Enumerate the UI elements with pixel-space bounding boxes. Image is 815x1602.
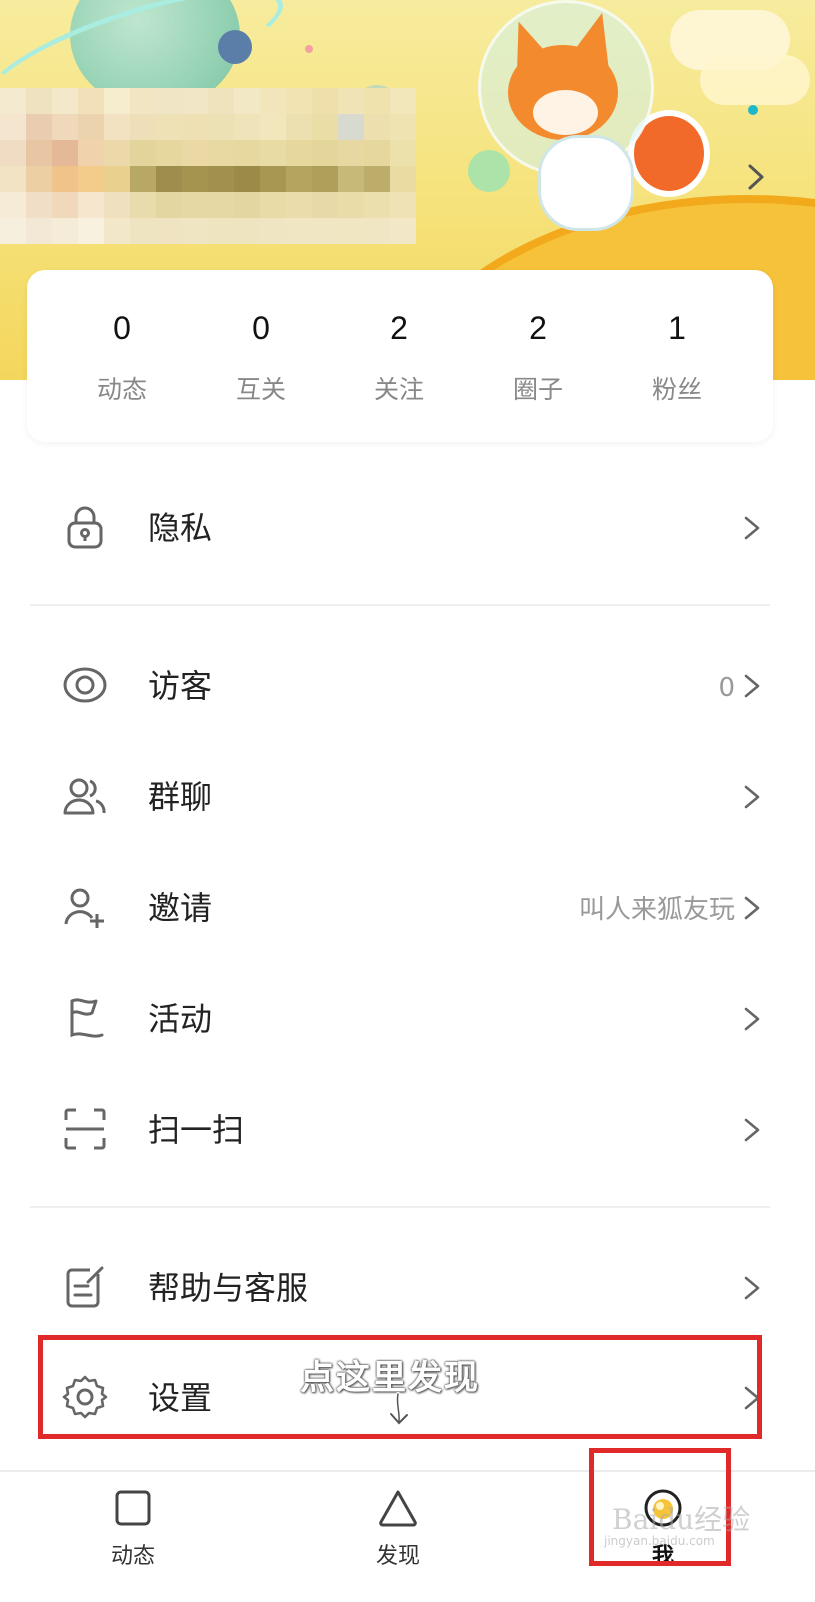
invite-hint: 叫人来狐友玩 (578, 895, 735, 925)
menu-item-label: 扫一扫 (148, 1111, 245, 1149)
menu-item-group-chat[interactable]: 群聊 (0, 747, 815, 847)
chevron-right-icon (744, 1118, 760, 1142)
stat-value: 1 (668, 310, 686, 346)
blurred-user-info[interactable] (0, 88, 420, 244)
chevron-right-icon (744, 896, 760, 920)
group-icon (63, 778, 106, 815)
square-icon (115, 1490, 151, 1526)
stat-following[interactable]: 2 关注 (329, 270, 469, 442)
watermark-url: jingyan.baidu.com (604, 1534, 715, 1548)
chevron-right-icon (744, 785, 760, 809)
menu-item-label: 帮助与客服 (148, 1269, 309, 1307)
menu-item-privacy[interactable]: 隐私 (0, 478, 815, 578)
cloud-illustration (700, 55, 810, 105)
divider (30, 1206, 770, 1208)
fox-mascot-illustration (478, 0, 710, 240)
menu-item-label: 访客 (148, 667, 213, 705)
add-user-icon (64, 888, 104, 928)
menu-item-scan[interactable]: 扫一扫 (0, 1080, 815, 1180)
visitor-count: 0 (718, 673, 735, 703)
chevron-right-icon (744, 1276, 760, 1300)
eye-icon (63, 667, 107, 703)
star-dot (748, 105, 758, 115)
menu-item-help[interactable]: 帮助与客服 (0, 1238, 815, 1338)
stat-value: 2 (390, 310, 408, 346)
tab-label: 发现 (375, 1544, 420, 1569)
stat-label: 圈子 (512, 375, 563, 404)
watermark: Baidu经验 (612, 1503, 751, 1536)
menu-item-invite[interactable]: 邀请 叫人来狐友玩 (0, 858, 815, 958)
chevron-right-icon (744, 674, 760, 698)
moon-illustration (218, 30, 252, 64)
menu-item-label: 邀请 (148, 889, 213, 927)
divider (30, 604, 770, 606)
tab-feed[interactable]: 动态 (58, 1472, 208, 1602)
star-dot (305, 45, 313, 53)
flag-icon (70, 998, 104, 1038)
menu-item-label: 活动 (148, 1000, 213, 1038)
menu-item-label: 隐私 (148, 509, 213, 547)
stat-value: 2 (529, 310, 547, 346)
chevron-right-icon (744, 1007, 760, 1031)
arrow-down-icon (390, 1392, 408, 1425)
stat-label: 动态 (96, 375, 147, 404)
stats-card: 0 动态 0 互关 2 关注 2 圈子 1 粉丝 (27, 270, 773, 442)
menu-item-label: 群聊 (148, 778, 213, 816)
stat-fans[interactable]: 1 粉丝 (607, 270, 747, 442)
stat-circles[interactable]: 2 圈子 (468, 270, 608, 442)
stat-label: 关注 (373, 375, 424, 404)
feedback-icon (66, 1266, 104, 1308)
lock-icon (67, 506, 103, 549)
scan-icon (64, 1108, 106, 1150)
stat-value: 0 (113, 310, 131, 346)
stat-value: 0 (252, 310, 270, 346)
stat-label: 互关 (235, 375, 286, 404)
menu-item-activity[interactable]: 活动 (0, 969, 815, 1069)
chevron-right-icon[interactable] (744, 160, 768, 194)
stat-label: 粉丝 (651, 375, 702, 404)
stat-posts[interactable]: 0 动态 (52, 270, 192, 442)
triangle-icon (379, 1490, 417, 1527)
tab-discover[interactable]: 发现 (323, 1472, 473, 1602)
tab-label: 动态 (110, 1544, 155, 1569)
chevron-right-icon (744, 516, 760, 540)
menu-item-visitors[interactable]: 访客 0 (0, 636, 815, 736)
stat-mutual[interactable]: 0 互关 (191, 270, 331, 442)
